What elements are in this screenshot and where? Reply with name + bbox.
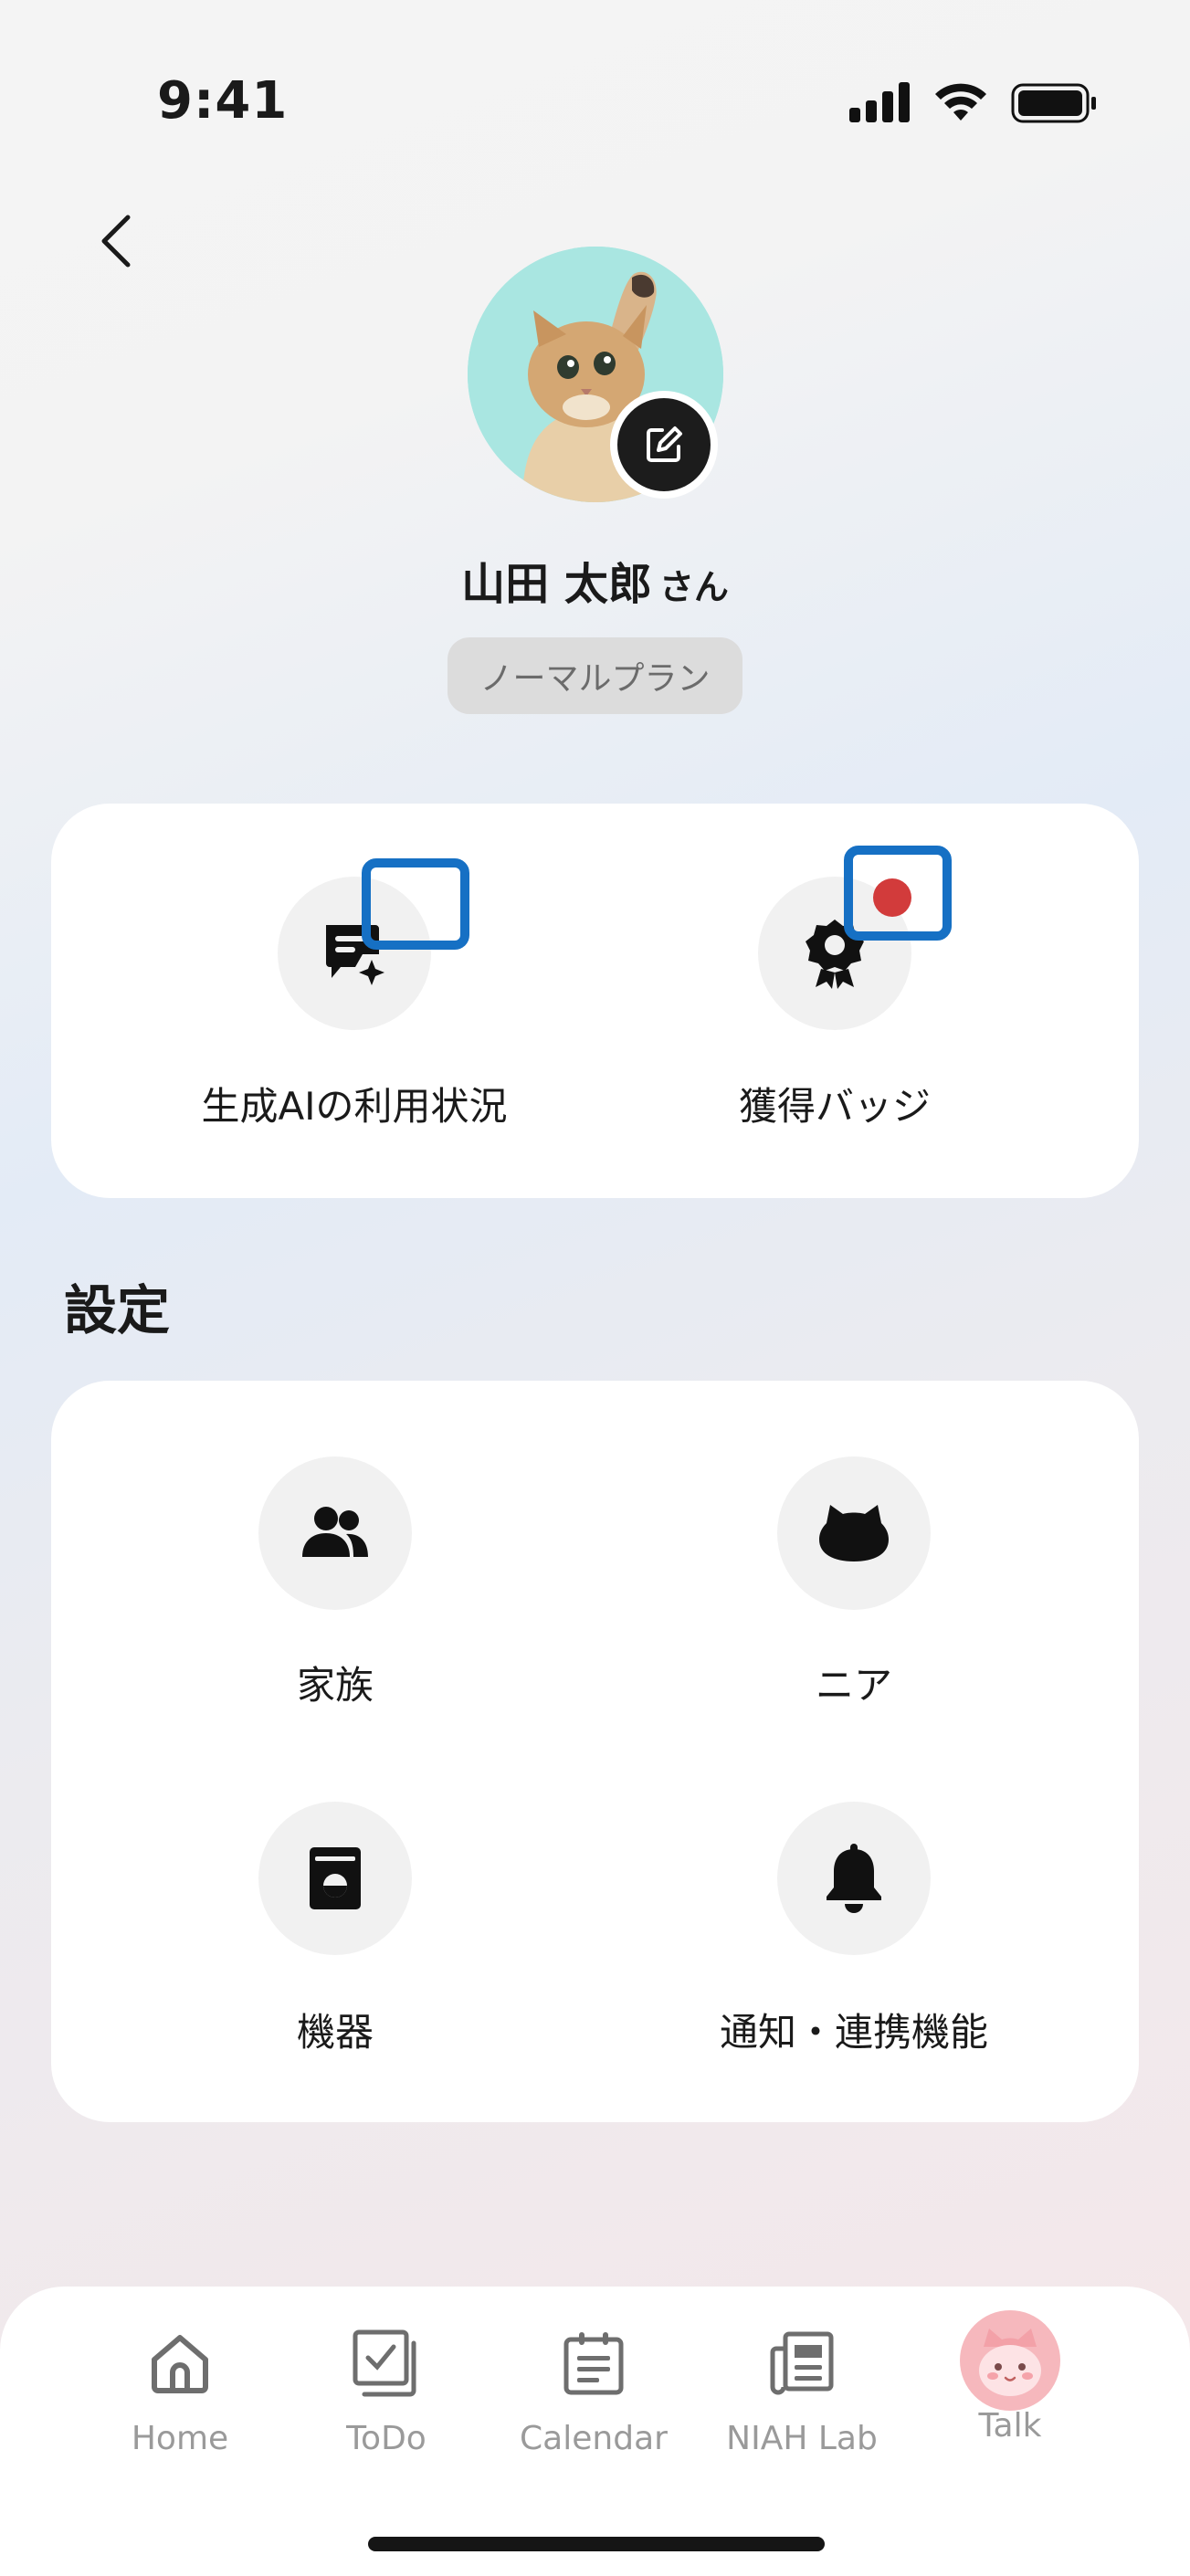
settings-item-nia[interactable] <box>777 1456 931 1610</box>
cellular-signal-icon <box>849 82 910 122</box>
edit-avatar-button[interactable] <box>610 391 718 499</box>
notification-dot <box>873 878 911 917</box>
user-name: 山田 太郎 <box>461 559 652 610</box>
tab-home[interactable]: Home <box>79 2323 280 2457</box>
tab-home-label: Home <box>131 2420 229 2457</box>
home-icon <box>152 2335 208 2393</box>
ai-usage-label: 生成AIの利用状況 <box>201 1084 508 1129</box>
user-name-line: 山田 太郎 さん <box>0 548 1190 612</box>
character-face-icon <box>819 1505 889 1561</box>
talk-avatar-icon <box>960 2310 1060 2411</box>
settings-title: 設定 <box>64 1279 171 1341</box>
name-honorific: さん <box>658 567 729 607</box>
badges-label: 獲得バッジ <box>738 1084 931 1129</box>
wifi-icon <box>935 83 986 121</box>
tab-calendar-label: Calendar <box>520 2420 668 2457</box>
home-indicator <box>368 2537 825 2551</box>
tab-calendar[interactable]: Calendar <box>493 2323 694 2457</box>
settings-item-devices[interactable] <box>258 1802 412 1955</box>
back-chevron-icon[interactable] <box>93 212 139 270</box>
settings-item-family-label: 家族 <box>296 1663 374 1708</box>
calendar-icon <box>563 2332 624 2395</box>
todo-check-icon <box>353 2329 416 2397</box>
status-icons <box>849 82 1096 123</box>
edit-pencil-icon <box>647 426 682 462</box>
devices-button[interactable] <box>258 1802 412 1955</box>
settings-item-notifications[interactable] <box>777 1802 931 1955</box>
device-icon <box>310 1847 361 1909</box>
nia-button[interactable] <box>777 1456 931 1610</box>
usage-badges-card <box>51 804 1139 1198</box>
news-icon <box>770 2331 834 2395</box>
new-item-highlight-ai <box>362 858 469 950</box>
settings-item-notifications-label: 通知・連携機能 <box>719 2010 988 2055</box>
tab-niah-lab[interactable]: NIAH Lab <box>701 2323 902 2457</box>
tab-niah-lab-label: NIAH Lab <box>726 2420 878 2457</box>
plan-badge: ノーマルプラン <box>448 637 742 714</box>
notifications-button[interactable] <box>777 1802 931 1955</box>
settings-item-nia-label: ニア <box>815 1663 892 1708</box>
battery-icon <box>1011 83 1096 123</box>
settings-item-family[interactable] <box>258 1456 412 1610</box>
tab-talk-label: Talk <box>978 2407 1042 2445</box>
settings-item-devices-label: 機器 <box>296 2010 374 2055</box>
tab-todo-label: ToDo <box>346 2420 427 2457</box>
tab-talk[interactable]: Talk <box>910 2310 1111 2445</box>
people-icon <box>302 1507 368 1557</box>
tab-todo[interactable]: ToDo <box>286 2323 487 2457</box>
bell-icon <box>827 1844 881 1913</box>
status-time: 9:41 <box>157 71 289 131</box>
family-button[interactable] <box>258 1456 412 1610</box>
